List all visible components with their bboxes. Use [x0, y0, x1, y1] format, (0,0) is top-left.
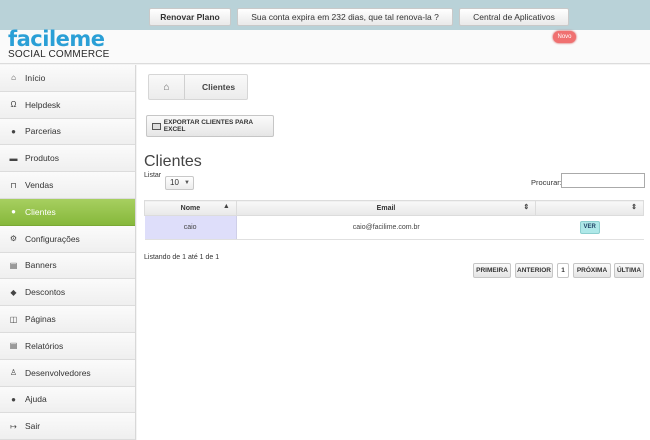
sidebar-item-sair[interactable]: ↦ Sair	[0, 413, 135, 440]
sidebar-item-configuracoes[interactable]: ⚙ Configurações	[0, 225, 135, 253]
sidebar-item-label: Páginas	[25, 314, 56, 325]
sidebar-item-label: Configurações	[25, 233, 80, 244]
pagination-page-1[interactable]: 1	[557, 263, 569, 278]
sidebar-item-label: Clientes	[25, 206, 56, 217]
sidebar-item-label: Sair	[25, 421, 41, 432]
sidebar-item-banners[interactable]: ▤ Banners	[0, 252, 135, 280]
sort-up-icon: ▲	[222, 203, 230, 210]
pagination-previous-button[interactable]: ANTERIOR	[515, 263, 553, 278]
sidebar-item-descontos[interactable]: ◆ Descontos	[0, 279, 135, 307]
account-expiry-button[interactable]: Sua conta expira em 232 dias, que tal re…	[237, 8, 453, 26]
pagination-first-button[interactable]: PRIMEIRA	[473, 263, 511, 278]
info-icon: ●	[11, 126, 16, 136]
table-header-row: Nome ▲ Email ⇕ ⇕	[144, 200, 644, 216]
page-size-value: 10	[170, 178, 179, 187]
breadcrumb-home[interactable]: ⌂	[149, 75, 185, 99]
sidebar: ⌂ Início Ω Helpdesk ● Parcerias ▬ Produt…	[0, 65, 136, 440]
sidebar-item-produtos[interactable]: ▬ Produtos	[0, 145, 135, 173]
app-center-button[interactable]: Central de Aplicativos	[459, 8, 569, 26]
main-content: ⌂ Clientes EXPORTAR CLIENTES PARA EXCEL …	[137, 65, 650, 440]
listing-info: Listando de 1 até 1 de 1	[144, 254, 220, 261]
logo[interactable]: facileme SOCIAL COMMERCE	[8, 27, 110, 61]
sidebar-item-label: Relatórios	[25, 340, 64, 351]
clients-table: Nome ▲ Email ⇕ ⇕ caio caio@facilime.com.…	[144, 200, 644, 240]
sidebar-item-label: Banners	[25, 260, 57, 271]
sidebar-item-label: Helpdesk	[25, 99, 61, 110]
sort-icon: ⇕	[631, 204, 637, 211]
sidebar-item-ajuda[interactable]: ● Ajuda	[0, 386, 135, 414]
search-input[interactable]	[561, 173, 645, 188]
logo-main-text: facileme	[8, 27, 105, 51]
column-header-label: Nome	[180, 204, 201, 212]
sidebar-item-label: Parcerias	[25, 126, 61, 137]
new-badge: Novo	[553, 31, 576, 43]
export-excel-button[interactable]: EXPORTAR CLIENTES PARA EXCEL	[146, 115, 274, 137]
renew-plan-button[interactable]: Renovar Plano	[149, 8, 231, 26]
sidebar-item-label: Início	[25, 72, 46, 83]
sort-icon: ⇕	[523, 204, 530, 211]
export-excel-label: EXPORTAR CLIENTES PARA EXCEL	[163, 119, 253, 133]
sidebar-item-label: Desenvolvedores	[25, 367, 91, 378]
sidebar-item-vendas[interactable]: ⊓ Vendas	[0, 172, 135, 199]
pages-icon: ◫	[9, 314, 18, 324]
image-icon	[152, 122, 161, 130]
sidebar-item-paginas[interactable]: ◫ Páginas	[0, 306, 135, 333]
sidebar-item-desenvolvedores[interactable]: ♙ Desenvolvedores	[0, 359, 135, 387]
exit-icon: ↦	[10, 421, 17, 431]
column-header-label: Email	[376, 204, 396, 212]
sidebar-item-relatorios[interactable]: ▤ Relatórios	[0, 332, 135, 360]
home-icon: ⌂	[11, 73, 16, 83]
logo-sub-text: SOCIAL COMMERCE	[8, 49, 110, 60]
page-title: Clientes	[144, 153, 202, 170]
folder-icon: ▬	[9, 153, 18, 163]
client-action-cell: VER	[535, 215, 644, 240]
listar-label: Listar	[144, 172, 162, 179]
search-label: Procurar:	[531, 178, 562, 187]
sidebar-item-label: Descontos	[25, 287, 66, 298]
sidebar-item-label: Vendas	[25, 180, 54, 191]
sidebar-item-helpdesk[interactable]: Ω Helpdesk	[0, 91, 135, 119]
home-icon: ⌂	[163, 81, 170, 93]
view-client-button[interactable]: VER	[579, 221, 600, 234]
column-header-actions[interactable]: ⇕	[535, 200, 644, 216]
sidebar-item-label: Produtos	[25, 153, 60, 164]
sidebar-item-inicio[interactable]: ⌂ Início	[0, 65, 135, 92]
report-icon: ▤	[9, 341, 18, 351]
chevron-down-icon: ▼	[184, 180, 190, 186]
users-icon: ●	[11, 207, 16, 217]
developer-icon: ♙	[9, 368, 18, 378]
pagination-last-button[interactable]: ÚLTIMA	[614, 263, 644, 278]
banner-icon: ▤	[9, 260, 18, 270]
column-header-nome[interactable]: Nome ▲	[144, 200, 237, 216]
client-name-cell: caio	[144, 215, 237, 240]
column-header-email[interactable]: Email ⇕	[235, 200, 537, 216]
tag-icon: ◆	[10, 287, 17, 297]
sidebar-item-label: Ajuda	[25, 394, 47, 405]
sidebar-item-clientes[interactable]: ● Clientes	[0, 198, 135, 226]
cart-icon: ⊓	[10, 180, 17, 190]
sidebar-item-parcerias[interactable]: ● Parcerias	[0, 118, 135, 146]
pagination-next-button[interactable]: PRÓXIMA	[573, 263, 611, 278]
gears-icon: ⚙	[9, 234, 18, 244]
help-icon: ●	[11, 394, 16, 404]
breadcrumb: ⌂ Clientes	[148, 74, 249, 100]
breadcrumb-current[interactable]: Clientes	[185, 75, 247, 99]
page-size-select[interactable]: 10 ▼	[165, 176, 194, 190]
table-row: caio caio@facilime.com.br VER	[144, 215, 644, 240]
client-email-cell: caio@facilime.com.br	[236, 215, 536, 240]
headphones-icon: Ω	[10, 100, 17, 110]
